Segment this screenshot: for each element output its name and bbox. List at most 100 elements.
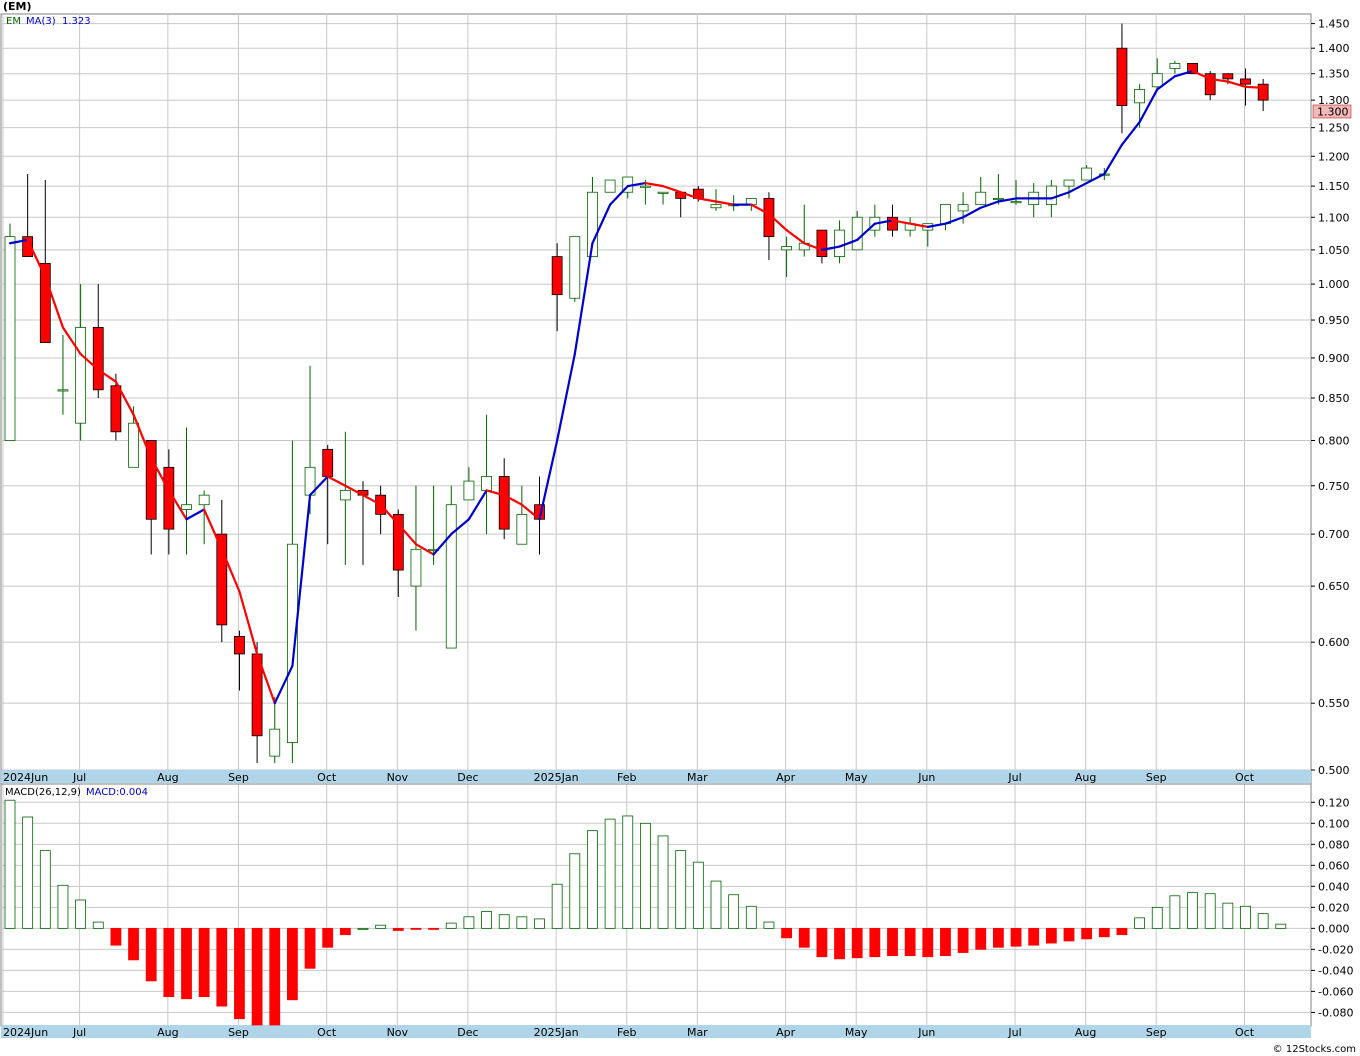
macd-ytick-label: 0.100 <box>1318 817 1350 830</box>
candle-down <box>816 229 828 257</box>
price-xaxis-label: Mar <box>687 771 708 784</box>
price-ytick-label: 1.050 <box>1318 244 1350 257</box>
price-xaxis-label: Apr <box>776 771 796 784</box>
macd-bar-negative <box>286 927 298 1001</box>
macd-xaxis-label: Jun <box>917 1026 935 1039</box>
price-ytick-label: 0.800 <box>1318 435 1350 448</box>
macd-bar-negative <box>198 927 210 998</box>
candle-up <box>957 204 969 212</box>
macd-ytick-label: 0.000 <box>1318 922 1350 935</box>
price-ytick-label: 1.350 <box>1318 68 1350 81</box>
price-xaxis-label: Feb <box>617 771 636 784</box>
candle-up <box>781 246 792 251</box>
candle-up <box>269 728 281 757</box>
legend-symbol: EM <box>6 16 21 27</box>
macd-xaxis-label: Sep <box>228 1026 249 1039</box>
price-ytick-label: 0.750 <box>1318 480 1350 493</box>
candle-down <box>498 476 510 530</box>
macd-bar-positive <box>675 850 687 929</box>
candle-up <box>181 504 192 510</box>
macd-bar-negative <box>975 927 987 950</box>
macd-bar-negative <box>216 927 228 1007</box>
macd-bar-positive <box>1240 905 1251 929</box>
macd-bar-positive <box>75 899 86 929</box>
legend-ma-value: 1.323 <box>62 16 91 27</box>
macd-ytick-label: -0.060 <box>1318 985 1353 998</box>
chart-frame <box>0 13 1312 1027</box>
candle-up <box>516 513 528 545</box>
price-ytick-label: 0.650 <box>1318 580 1350 593</box>
price-ytick-label: 0.900 <box>1318 352 1350 365</box>
price-xaxis-label: Sep <box>1146 771 1167 784</box>
candle-down <box>322 448 334 477</box>
candle-up <box>198 494 210 506</box>
macd-bar-negative <box>781 927 792 939</box>
macd-bar-negative <box>410 927 422 930</box>
candle-down <box>551 256 563 296</box>
macd-bar-positive <box>728 894 740 929</box>
macd-bar-positive <box>445 922 457 929</box>
macd-bar-positive <box>1151 906 1163 929</box>
macd-bar-positive <box>1222 902 1234 929</box>
macd-xaxis-label: Aug <box>1075 1026 1096 1039</box>
candle-up <box>851 216 863 251</box>
macd-bar-negative <box>993 927 1004 948</box>
price-ytick-label: 0.550 <box>1318 697 1350 710</box>
candle-up <box>445 504 457 649</box>
macd-bar-negative <box>834 927 845 960</box>
price-ytick-label: 0.500 <box>1318 764 1350 777</box>
macd-bar-positive <box>1275 923 1287 929</box>
macd-bar-positive <box>622 815 634 929</box>
macd-bar-positive <box>57 884 69 929</box>
macd-bar-positive <box>22 816 34 929</box>
macd-bar-negative <box>940 927 951 957</box>
macd-bar-negative <box>251 927 263 1026</box>
price-xaxis-label: Jun <box>917 771 935 784</box>
watermark: © 12Stocks.com <box>1273 1044 1356 1055</box>
candle-up <box>1010 201 1022 204</box>
macd-bar-negative <box>145 927 157 982</box>
candle-up <box>75 327 86 424</box>
macd-bar-negative <box>869 927 881 958</box>
candle-up <box>1151 73 1163 88</box>
price-xaxis-label: Oct <box>317 771 337 784</box>
candle-up <box>1169 62 1181 69</box>
ma3-segment <box>1244 85 1265 89</box>
candle-up <box>1081 167 1093 181</box>
macd-bar-positive <box>92 921 104 929</box>
macd-bar-negative <box>798 927 810 948</box>
candle-up <box>463 480 475 501</box>
macd-bar-positive <box>745 905 757 929</box>
price-ytick-label: 1.100 <box>1318 211 1350 224</box>
price-xaxis-label: Oct <box>1235 771 1255 784</box>
macd-bar-negative <box>322 927 334 948</box>
macd-xaxis-label: Apr <box>776 1026 796 1039</box>
macd-xaxis-label: 2025Jan <box>534 1026 579 1039</box>
macd-xaxis-label: Dec <box>457 1026 478 1039</box>
macd-bar-positive <box>569 853 581 929</box>
candle-down <box>1240 78 1251 85</box>
price-xaxis-strip <box>1 770 1311 783</box>
macd-xaxis-label: Aug <box>157 1026 178 1039</box>
macd-bar-positive <box>481 911 492 929</box>
macd-xaxis-strip <box>1 1025 1311 1038</box>
macd-xaxis-label: Jul <box>1007 1026 1021 1039</box>
price-ytick-label: 1.150 <box>1318 180 1350 193</box>
macd-ytick-label: -0.080 <box>1318 1006 1353 1019</box>
candle-up <box>604 179 616 193</box>
macd-bar-positive <box>763 921 775 929</box>
candle-up <box>1045 185 1057 206</box>
price-xaxis-label: Aug <box>157 771 178 784</box>
price-ytick-label: 0.700 <box>1318 528 1350 541</box>
macd-xaxis-label: Mar <box>687 1026 708 1039</box>
macd-yaxis: 0.120 0.100 0.080 0.060 0.040 0.020 0.000 -0.02… <box>1311 796 1353 1019</box>
macd-xaxis-label: Oct <box>1235 1026 1255 1039</box>
candle-up <box>710 204 722 209</box>
macd-bar-negative <box>339 927 351 936</box>
candle-up <box>993 198 1004 201</box>
legend-ma-label: MA(3) <box>26 16 56 27</box>
macd-bar-positive <box>39 850 51 929</box>
macd-bar-positive <box>1187 892 1198 929</box>
macd-value: MACD:0.004 <box>86 787 148 798</box>
macd-ytick-label: 0.080 <box>1318 838 1350 851</box>
